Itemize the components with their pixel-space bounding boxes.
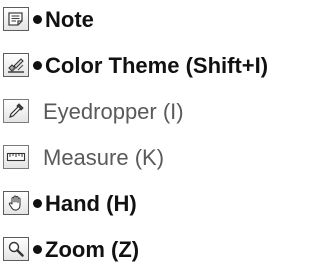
zoom-icon xyxy=(3,237,29,261)
menu-item-color-theme[interactable]: Color Theme (Shift+I) xyxy=(0,46,332,86)
selected-bullet xyxy=(33,199,42,208)
menu-item-zoom[interactable]: Zoom (Z) xyxy=(0,230,332,270)
hand-icon xyxy=(3,191,29,215)
selected-bullet xyxy=(33,15,42,24)
menu-item-eyedropper[interactable]: Eyedropper (I) xyxy=(0,92,332,132)
selected-bullet xyxy=(33,61,42,70)
menu-item-label: Color Theme (Shift+I) xyxy=(45,53,269,78)
menu-item-measure[interactable]: Measure (K) xyxy=(0,138,332,178)
menu-item-label: Zoom (Z) xyxy=(45,237,140,262)
color-theme-icon xyxy=(3,53,29,77)
menu-item-label: Eyedropper (I) xyxy=(43,99,184,124)
eyedropper-icon xyxy=(3,99,29,123)
menu-item-label: Note xyxy=(45,7,94,32)
tool-menu: Note Color Theme (Shift+I) Eyedropper (I… xyxy=(0,0,332,276)
selected-bullet xyxy=(33,245,42,254)
menu-item-label: Hand (H) xyxy=(45,191,137,216)
menu-item-label: Measure (K) xyxy=(43,145,165,170)
menu-item-note[interactable]: Note xyxy=(0,0,332,40)
ruler-icon xyxy=(3,145,29,169)
menu-item-hand[interactable]: Hand (H) xyxy=(0,184,332,224)
note-icon xyxy=(3,7,29,31)
